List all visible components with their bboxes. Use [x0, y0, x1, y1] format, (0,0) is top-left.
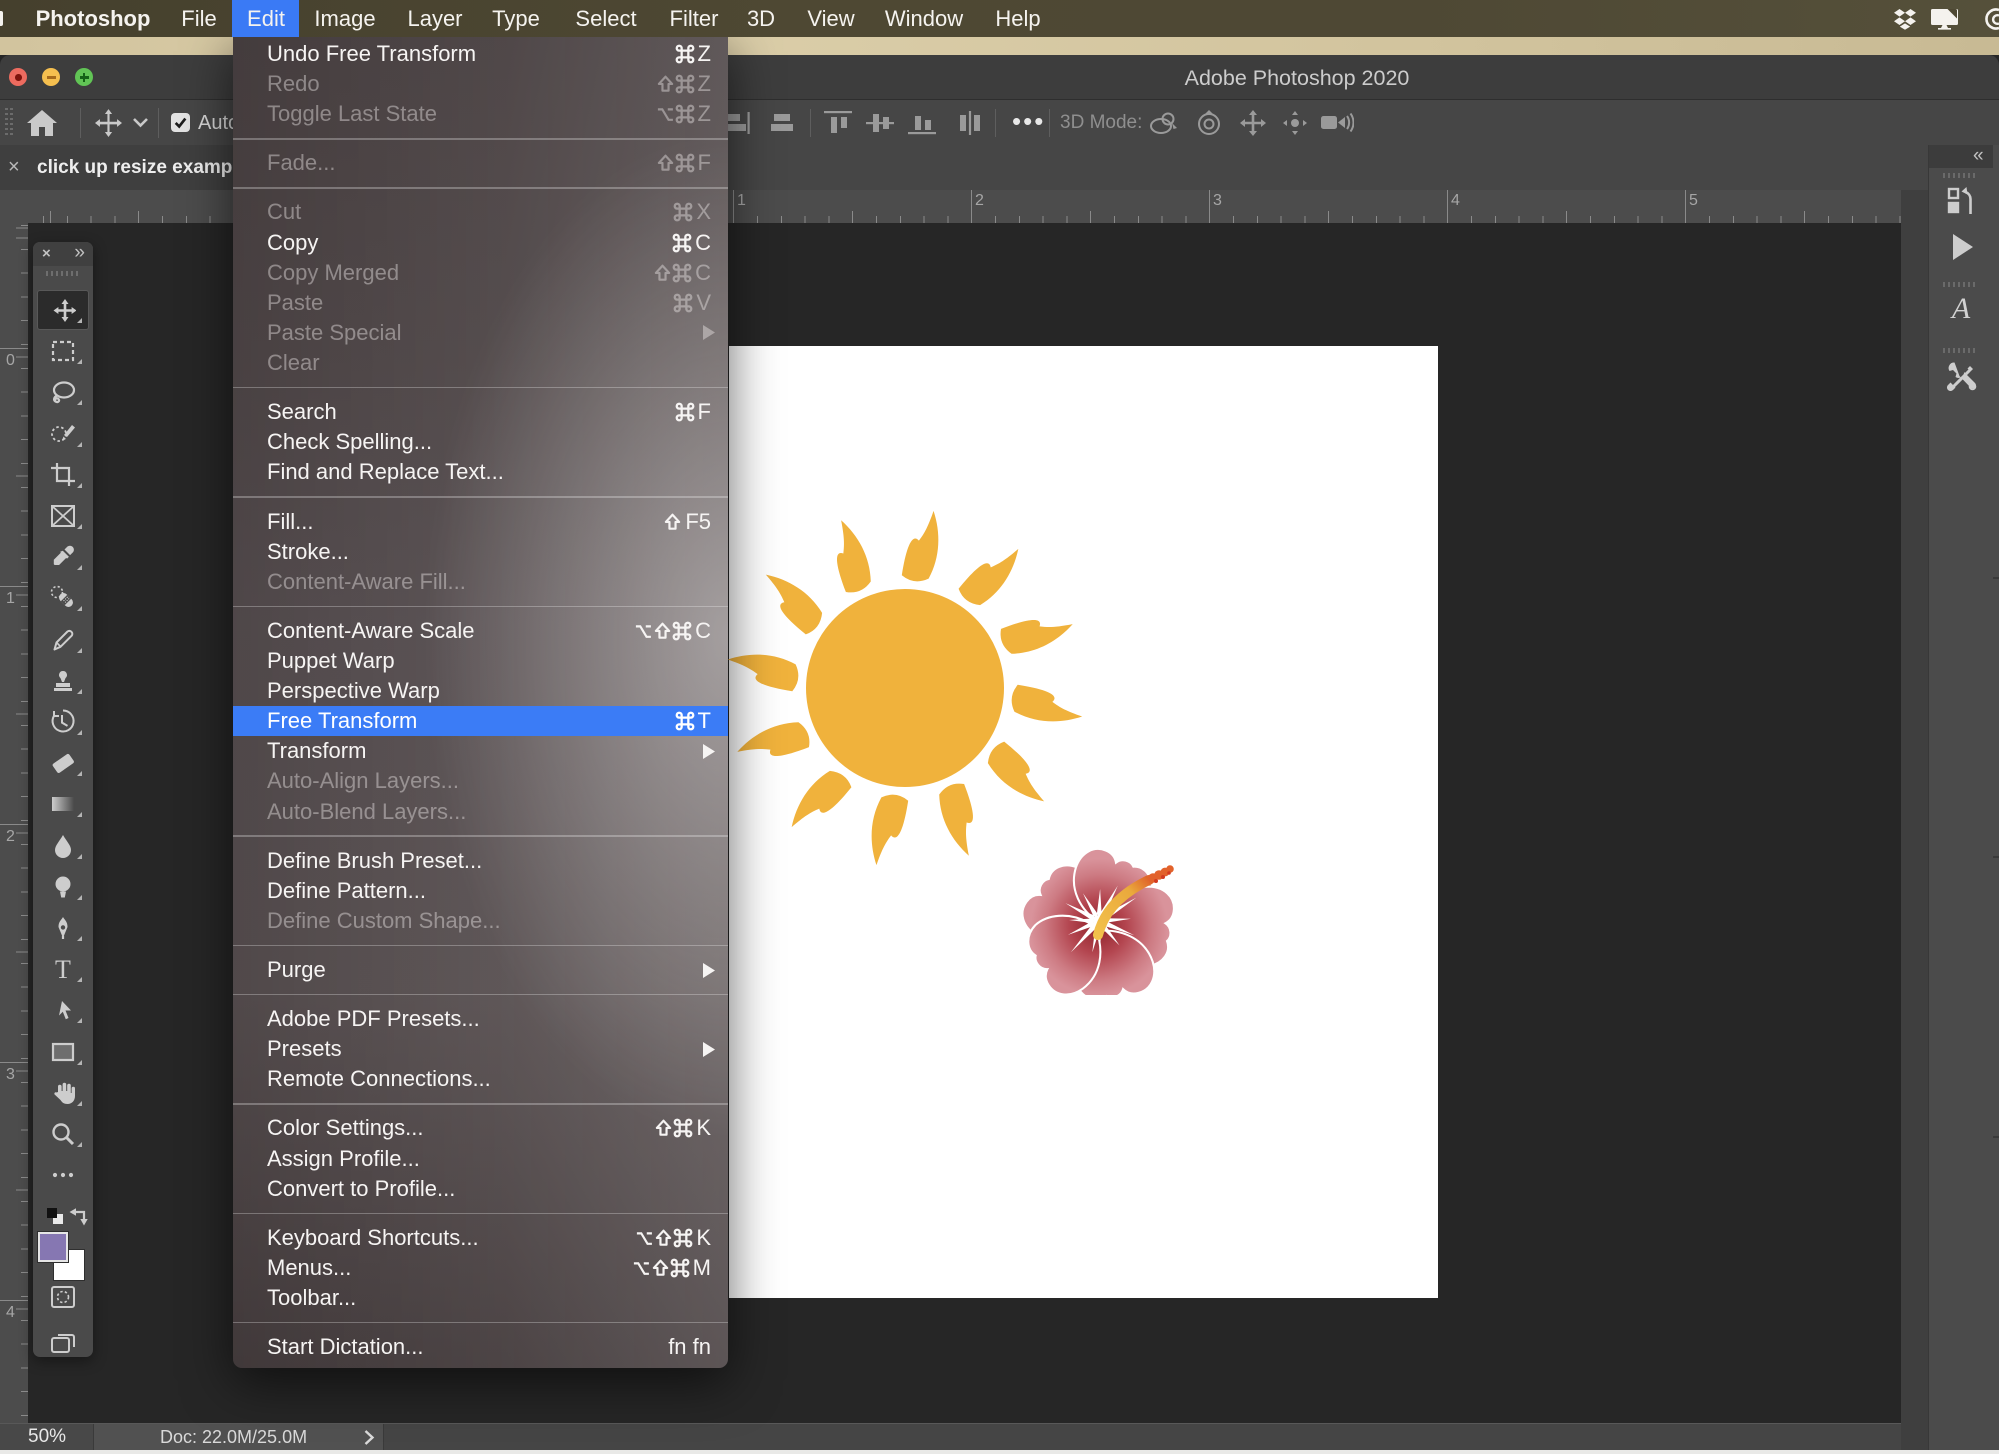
svg-text:T: T	[55, 956, 71, 982]
